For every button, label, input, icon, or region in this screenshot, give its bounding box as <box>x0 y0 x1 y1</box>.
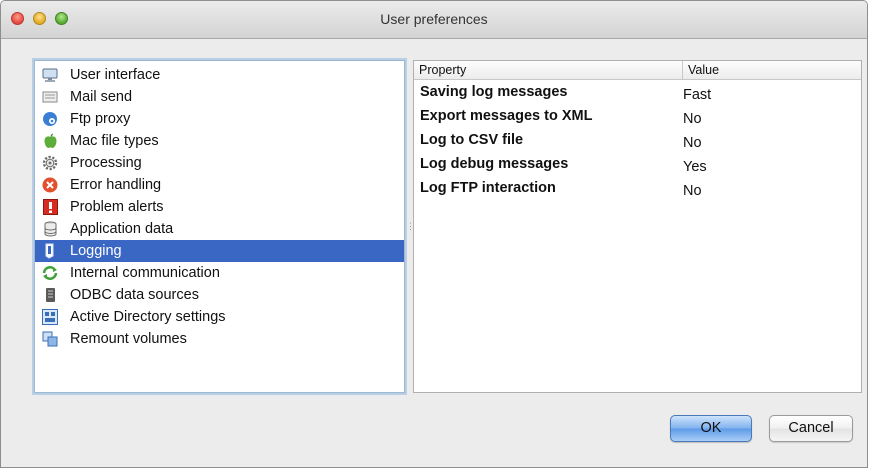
sidebar-item-label: Application data <box>70 221 174 237</box>
sidebar-item-label: Mail send <box>70 89 133 105</box>
gear-icon <box>41 154 59 172</box>
column-header-value[interactable]: Value <box>683 61 861 79</box>
value-cell[interactable]: No <box>683 111 861 127</box>
category-list[interactable]: User interface Mail send Ftp proxy Mac f… <box>34 60 405 393</box>
alert-icon <box>41 198 59 216</box>
ok-button[interactable]: OK <box>670 415 752 442</box>
cancel-button[interactable]: Cancel <box>769 415 853 442</box>
sidebar-item-internal-communication[interactable]: Internal communication <box>35 262 404 284</box>
sidebar-item-mac-file-types[interactable]: Mac file types <box>35 130 404 152</box>
error-icon <box>41 176 59 194</box>
sidebar-item-remount-volumes[interactable]: Remount volumes <box>35 328 404 350</box>
sidebar-item-label: User interface <box>70 67 161 83</box>
sidebar-item-user-interface[interactable]: User interface <box>35 64 404 86</box>
value-cell[interactable]: Yes <box>683 159 861 175</box>
apple-icon <box>41 132 59 150</box>
window-title: User preferences <box>380 11 488 27</box>
split-pane-handle[interactable]: ⋮ <box>406 222 415 231</box>
column-header-property[interactable]: Property <box>414 61 683 79</box>
property-cell: Log debug messages <box>420 156 569 172</box>
table-row[interactable]: Log to CSV file No <box>414 128 861 152</box>
sidebar-item-label: Active Directory settings <box>70 309 226 325</box>
sidebar-item-problem-alerts[interactable]: Problem alerts <box>35 196 404 218</box>
sidebar-item-logging[interactable]: Logging <box>35 240 404 262</box>
globe-icon <box>41 110 59 128</box>
title-bar: User preferences <box>1 1 867 39</box>
log-icon <box>41 242 59 260</box>
sidebar-item-label: Internal communication <box>70 265 220 281</box>
remount-icon <box>41 330 59 348</box>
property-cell: Saving log messages <box>420 84 568 100</box>
odbc-icon <box>41 286 59 304</box>
value-cell[interactable]: Fast <box>683 87 861 103</box>
table-row[interactable]: Export messages to XML No <box>414 104 861 128</box>
directory-icon <box>41 308 59 326</box>
sync-icon <box>41 264 59 282</box>
sidebar-item-processing[interactable]: Processing <box>35 152 404 174</box>
sidebar-item-odbc-data-sources[interactable]: ODBC data sources <box>35 284 404 306</box>
window-edge-bottom <box>0 468 872 472</box>
preferences-window: User preferences User interface Mail sen… <box>0 0 868 468</box>
sidebar-item-label: Remount volumes <box>70 331 187 347</box>
sidebar-item-label: Mac file types <box>70 133 159 149</box>
sidebar-item-label: Error handling <box>70 177 162 193</box>
table-header: Property Value <box>414 61 861 80</box>
sidebar-item-label: Problem alerts <box>70 199 164 215</box>
sidebar-item-active-directory-settings[interactable]: Active Directory settings <box>35 306 404 328</box>
mail-tray-icon <box>41 88 59 106</box>
monitor-icon <box>41 66 59 84</box>
sidebar-item-mail-send[interactable]: Mail send <box>35 86 404 108</box>
table-row[interactable]: Log FTP interaction No <box>414 176 861 200</box>
sidebar-item-label: Ftp proxy <box>70 111 131 127</box>
sidebar-item-error-handling[interactable]: Error handling <box>35 174 404 196</box>
sidebar-item-label: ODBC data sources <box>70 287 199 303</box>
property-cell: Log to CSV file <box>420 132 524 148</box>
sidebar-item-application-data[interactable]: Application data <box>35 218 404 240</box>
sidebar-item-label: Logging <box>70 243 122 259</box>
value-cell[interactable]: No <box>683 183 861 199</box>
table-row[interactable]: Log debug messages Yes <box>414 152 861 176</box>
properties-table: Property Value Saving log messages Fast … <box>413 60 862 393</box>
property-cell: Log FTP interaction <box>420 180 556 196</box>
sidebar-item-ftp-proxy[interactable]: Ftp proxy <box>35 108 404 130</box>
table-row[interactable]: Saving log messages Fast <box>414 80 861 104</box>
database-icon <box>41 220 59 238</box>
property-cell: Export messages to XML <box>420 108 593 124</box>
sidebar-item-label: Processing <box>70 155 142 171</box>
value-cell[interactable]: No <box>683 135 861 151</box>
window-edge-right <box>868 0 872 472</box>
